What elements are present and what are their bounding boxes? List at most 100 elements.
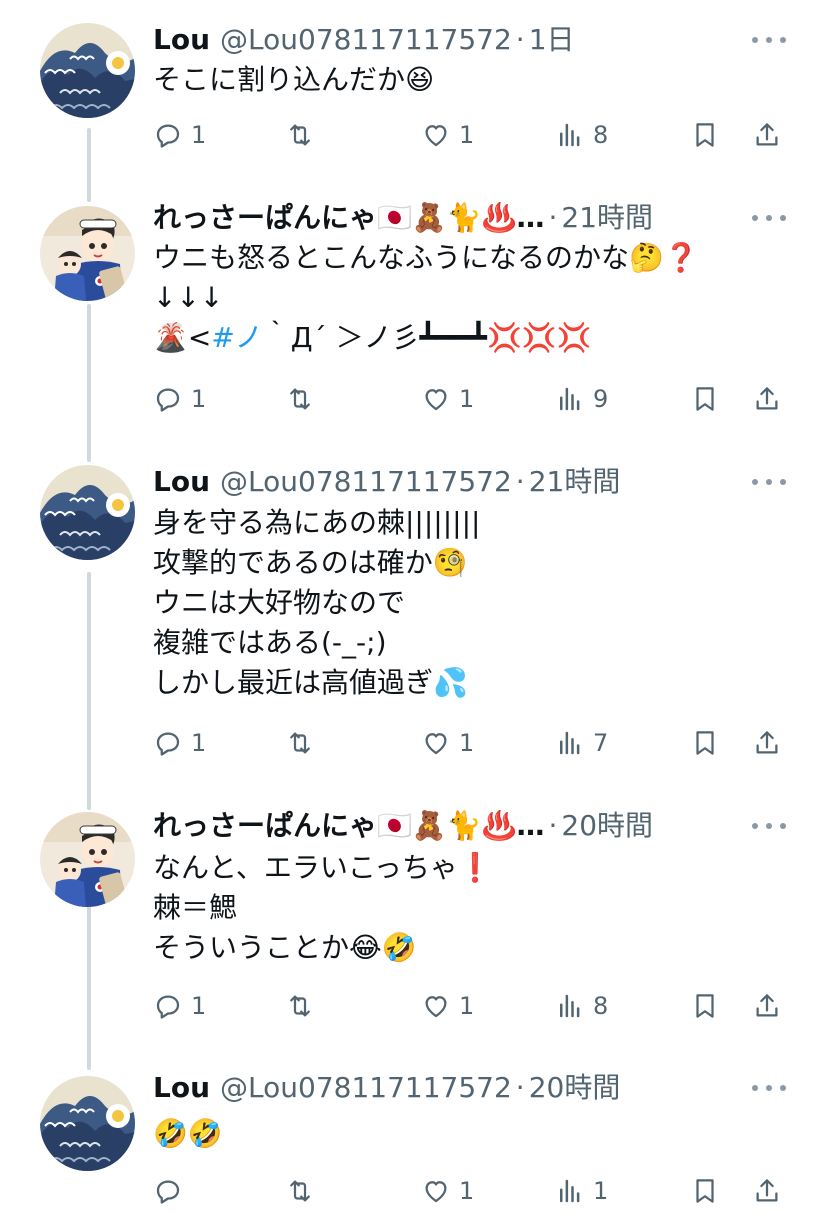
views-count: 1	[593, 1177, 609, 1205]
views-button[interactable]: 1	[555, 1171, 608, 1211]
user-handle[interactable]: @Lou078117117572	[220, 462, 512, 502]
timestamp[interactable]: 1日	[529, 20, 575, 60]
timestamp[interactable]: 20時間	[561, 806, 653, 846]
reply-icon	[153, 384, 183, 414]
views-icon	[555, 991, 585, 1021]
display-name[interactable]: Lou	[153, 20, 210, 60]
share-button[interactable]	[752, 723, 782, 763]
like-button[interactable]: 1	[421, 379, 474, 419]
views-count: 8	[593, 992, 609, 1020]
timestamp[interactable]: 21時間	[529, 462, 621, 502]
tweet-text-line: ウニは大好物なので	[153, 586, 406, 619]
like-count: 1	[459, 992, 475, 1020]
like-count: 1	[459, 729, 475, 757]
avatar[interactable]	[40, 1076, 135, 1171]
reply-count: 1	[191, 992, 207, 1020]
timestamp[interactable]: 21時間	[561, 198, 653, 238]
like-count: 1	[459, 385, 475, 413]
bookmark-button[interactable]	[690, 379, 720, 419]
share-button[interactable]	[752, 115, 782, 155]
views-count: 7	[593, 729, 609, 757]
display-name[interactable]: れっさーぱんにゃ🇯🇵🧸🐈♨️…	[153, 198, 544, 238]
share-icon	[752, 1176, 782, 1206]
views-button[interactable]: 8	[555, 115, 608, 155]
display-name[interactable]: Lou	[153, 1068, 210, 1108]
retweet-button[interactable]	[285, 1171, 315, 1211]
bookmark-button[interactable]	[690, 723, 720, 763]
retweet-button[interactable]	[285, 723, 315, 763]
reply-button[interactable]: 1	[153, 115, 206, 155]
reply-button[interactable]: 1	[153, 986, 206, 1026]
thread-line	[87, 128, 91, 202]
display-name[interactable]: れっさーぱんにゃ🇯🇵🧸🐈♨️…	[153, 806, 544, 846]
avatar[interactable]	[40, 812, 135, 907]
retweet-button[interactable]	[285, 379, 315, 419]
reply-button[interactable]: 1	[153, 723, 206, 763]
user-handle[interactable]: @Lou078117117572	[220, 1068, 512, 1108]
tweet-text-line: ↓↓↓	[153, 281, 224, 314]
views-icon	[555, 1176, 585, 1206]
tweet-text-line: しかし最近は高値過ぎ💦	[153, 666, 468, 699]
retweet-button[interactable]	[285, 115, 315, 155]
more-icon[interactable]	[752, 1076, 786, 1100]
tweet-header: れっさーぱんにゃ🇯🇵🧸🐈♨️… · 21時間	[153, 198, 653, 238]
retweet-icon	[285, 728, 315, 758]
more-icon[interactable]	[752, 206, 786, 230]
reply-button[interactable]: 1	[153, 379, 206, 419]
views-button[interactable]: 8	[555, 986, 608, 1026]
share-button[interactable]	[752, 379, 782, 419]
tweet-text: そこに割り込んだか😆	[153, 60, 434, 100]
avatar[interactable]	[40, 206, 135, 301]
thread-line	[87, 304, 91, 462]
share-icon	[752, 991, 782, 1021]
share-icon	[752, 120, 782, 150]
user-handle[interactable]: @Lou078117117572	[220, 20, 512, 60]
more-icon[interactable]	[752, 28, 786, 52]
reply-count: 1	[191, 385, 207, 413]
views-icon	[555, 384, 585, 414]
bookmark-button[interactable]	[690, 1171, 720, 1211]
reply-count: 1	[191, 729, 207, 757]
tweet-text-line: そういうことか😂🤣	[153, 931, 417, 964]
retweet-icon	[285, 1176, 315, 1206]
avatar[interactable]	[40, 23, 135, 118]
thread-line	[87, 572, 91, 810]
separator-dot: ·	[548, 809, 558, 842]
views-count: 8	[593, 121, 609, 149]
more-icon[interactable]	[752, 470, 786, 494]
avatar[interactable]	[40, 465, 135, 560]
share-button[interactable]	[752, 986, 782, 1026]
like-button[interactable]: 1	[421, 1171, 474, 1211]
reply-button[interactable]	[153, 1171, 191, 1211]
views-button[interactable]: 9	[555, 379, 608, 419]
more-icon[interactable]	[752, 814, 786, 838]
like-icon	[421, 991, 451, 1021]
tweet-text-line: 攻撃的であるのは確か🧐	[153, 546, 468, 579]
reply-icon	[153, 991, 183, 1021]
timestamp[interactable]: 20時間	[529, 1068, 621, 1108]
tweet-text-line: 身を守る為にあの棘||||||||	[153, 506, 481, 539]
retweet-icon	[285, 384, 315, 414]
tweet-header: れっさーぱんにゃ🇯🇵🧸🐈♨️… · 20時間	[153, 806, 653, 846]
tweet-header: Lou @Lou078117117572 · 1日	[153, 20, 575, 60]
retweet-button[interactable]	[285, 986, 315, 1026]
tweet-text-line: なんと、エラいこっちゃ❗️	[153, 851, 493, 884]
like-button[interactable]: 1	[421, 986, 474, 1026]
tweet-text-line: ウニも怒るとこんなふうになるのかな🤔❓	[153, 241, 699, 274]
separator-dot: ·	[515, 23, 525, 56]
tweet-actions: 1 1 8	[153, 115, 793, 155]
retweet-icon	[285, 991, 315, 1021]
bookmark-button[interactable]	[690, 986, 720, 1026]
display-name[interactable]: Lou	[153, 462, 210, 502]
bookmark-button[interactable]	[690, 115, 720, 155]
reply-icon	[153, 1176, 183, 1206]
like-icon	[421, 728, 451, 758]
like-button[interactable]: 1	[421, 723, 474, 763]
views-button[interactable]: 7	[555, 723, 608, 763]
tweet-text-line: 🤣🤣	[153, 1117, 223, 1150]
like-button[interactable]: 1	[421, 115, 474, 155]
separator-dot: ·	[515, 1071, 525, 1104]
share-button[interactable]	[752, 1171, 782, 1211]
hashtag-link[interactable]: #ノ	[211, 321, 262, 354]
thread-line	[87, 902, 91, 1070]
